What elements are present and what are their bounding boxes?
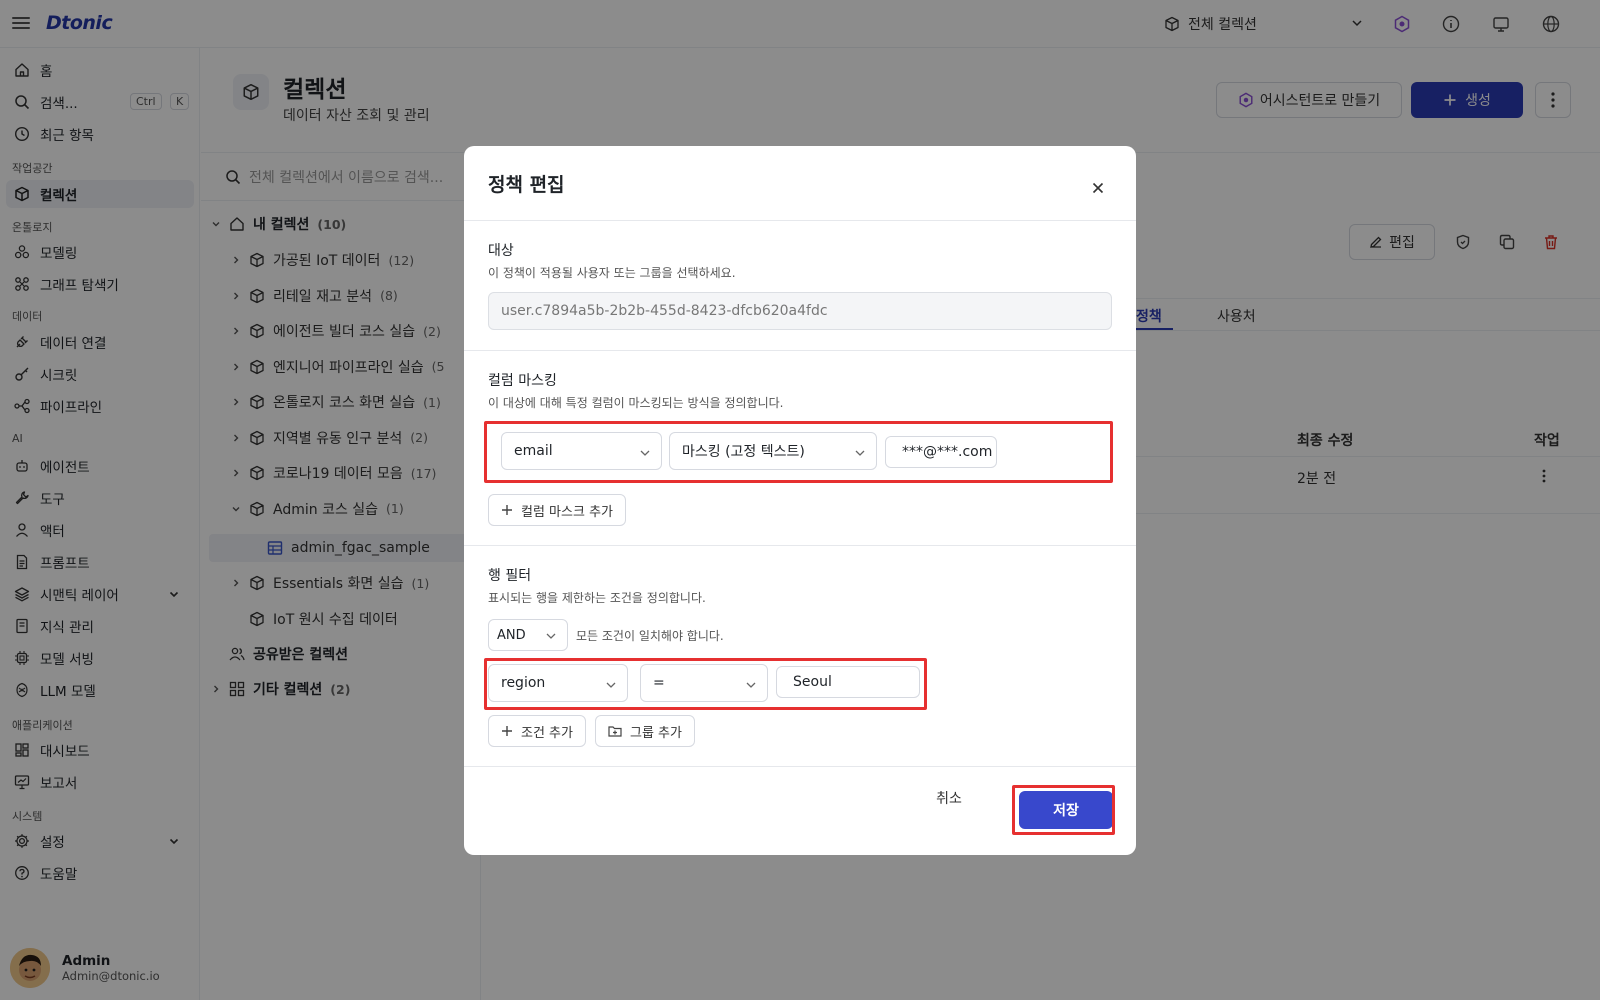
mask-text-value: ***@***.com — [902, 444, 993, 460]
dialog-header-divider — [464, 220, 1136, 221]
add-group-button[interactable]: 그룹 추가 — [595, 715, 695, 747]
filter-operator-select[interactable]: = — [640, 664, 768, 702]
folder-plus-icon — [608, 726, 622, 737]
filter-value-text: Seoul — [793, 674, 832, 690]
add-column-mask-button[interactable]: 컬럼 마스크 추가 — [488, 494, 626, 526]
chevron-down-icon — [546, 633, 556, 639]
masking-column-value: email — [514, 443, 553, 459]
chevron-down-icon — [746, 682, 756, 688]
masking-method-select[interactable]: 마스킹 (고정 텍스트) — [669, 432, 877, 470]
plus-icon — [502, 505, 512, 515]
target-section-title: 대상 — [488, 243, 514, 259]
filter-operator-value: = — [653, 675, 665, 691]
policy-edit-dialog: 정책 편집 대상 이 정책이 적용될 사용자 또는 그룹을 선택하세요. use… — [464, 146, 1136, 855]
row-filter-section-desc: 표시되는 행을 제한하는 조건을 정의합니다. — [488, 591, 706, 605]
masking-section-title: 컬럼 마스킹 — [488, 373, 557, 389]
logic-operator-desc: 모든 조건이 일치해야 합니다. — [576, 629, 724, 643]
add-group-label: 그룹 추가 — [630, 725, 682, 741]
mask-text-input[interactable]: ***@***.com — [885, 436, 997, 468]
chevron-down-icon — [640, 450, 650, 456]
masking-section-desc: 이 대상에 대해 특정 컬럼이 마스킹되는 방식을 정의합니다. — [488, 396, 784, 410]
logic-operator-select[interactable]: AND — [488, 619, 568, 651]
add-condition-button[interactable]: 조건 추가 — [488, 715, 586, 747]
add-condition-label: 조건 추가 — [521, 725, 573, 741]
target-section-desc: 이 정책이 적용될 사용자 또는 그룹을 선택하세요. — [488, 266, 736, 280]
save-button[interactable]: 저장 — [1019, 791, 1113, 829]
chevron-down-icon — [855, 450, 865, 456]
filter-value-input[interactable]: Seoul — [776, 666, 920, 698]
target-divider — [464, 350, 1136, 351]
masking-divider — [464, 545, 1136, 546]
add-column-mask-label: 컬럼 마스크 추가 — [521, 504, 613, 520]
chevron-down-icon — [606, 682, 616, 688]
masking-method-value: 마스킹 (고정 텍스트) — [682, 444, 805, 460]
close-icon[interactable] — [1086, 176, 1110, 200]
masking-column-select[interactable]: email — [501, 432, 662, 470]
target-input[interactable]: user.c7894a5b-2b2b-455d-8423-dfcb620a4fd… — [488, 292, 1112, 330]
logic-operator-value: AND — [497, 627, 526, 643]
target-input-value: user.c7894a5b-2b2b-455d-8423-dfcb620a4fd… — [501, 303, 828, 319]
filter-column-value: region — [501, 675, 546, 691]
plus-icon — [502, 726, 512, 736]
footer-divider — [464, 766, 1136, 767]
cancel-button[interactable]: 취소 — [928, 782, 970, 814]
filter-column-select[interactable]: region — [488, 664, 628, 702]
row-filter-section-title: 행 필터 — [488, 568, 532, 584]
dialog-title: 정책 편집 — [488, 174, 565, 196]
